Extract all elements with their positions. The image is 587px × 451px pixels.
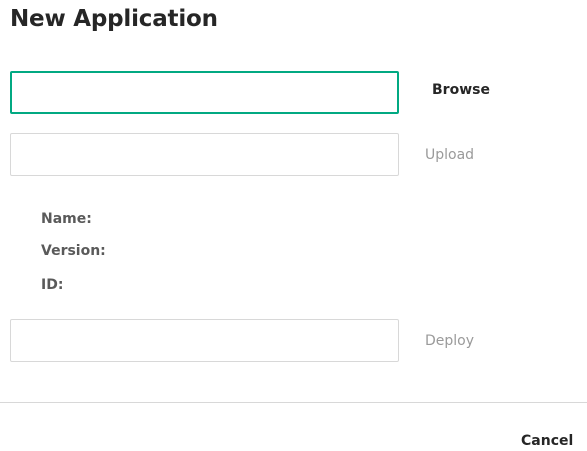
- application-version-label: Version:: [41, 243, 106, 259]
- new-application-dialog: New Application Browse Upload Name: Vers…: [0, 0, 587, 451]
- deploy-input[interactable]: [10, 319, 399, 362]
- footer-divider: [0, 402, 587, 403]
- browse-button[interactable]: Browse: [432, 81, 490, 99]
- upload-button[interactable]: Upload: [425, 146, 474, 164]
- upload-input[interactable]: [10, 133, 399, 176]
- application-id-label: ID:: [41, 277, 64, 293]
- cancel-button[interactable]: Cancel: [521, 432, 573, 450]
- application-name-label: Name:: [41, 211, 92, 227]
- deploy-button[interactable]: Deploy: [425, 332, 474, 350]
- dialog-title: New Application: [10, 6, 218, 32]
- file-path-input[interactable]: [10, 71, 399, 114]
